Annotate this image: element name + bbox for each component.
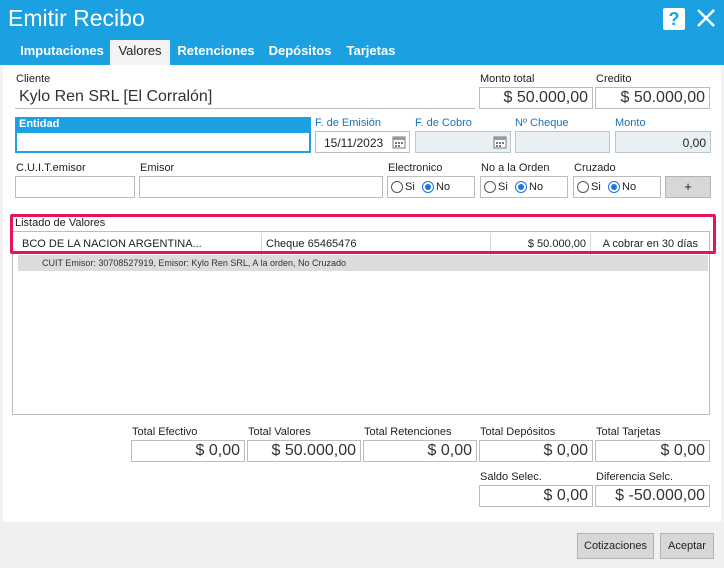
total-efectivo-field: $ 0,00	[131, 440, 245, 462]
tab-tarjetas[interactable]: Tarjetas	[342, 40, 400, 65]
aceptar-button[interactable]: Aceptar	[660, 533, 714, 559]
cruzado-no-label: No	[622, 181, 637, 193]
f-cobro-input[interactable]	[415, 131, 511, 153]
no-orden-label: No a la Orden	[481, 162, 550, 174]
total-valores-value: $ 50.000,00	[271, 442, 356, 459]
total-valores-field: $ 50.000,00	[247, 440, 361, 462]
monto-total-value: $ 50.000,00	[503, 89, 588, 106]
cruzado-si-label: Si	[591, 181, 601, 193]
help-icon[interactable]: ?	[663, 8, 685, 30]
no-orden-si-radio[interactable]	[484, 181, 496, 193]
f-emision-value: 15/11/2023	[324, 136, 384, 150]
entidad-label: Entidad	[19, 118, 60, 130]
f-emision-input[interactable]: 15/11/2023	[315, 131, 410, 153]
total-efectivo-value: $ 0,00	[195, 442, 240, 459]
total-valores-label: Total Valores	[248, 426, 311, 438]
tab-valores[interactable]: Valores	[110, 40, 170, 65]
electronico-si-radio[interactable]	[391, 181, 403, 193]
emisor-input[interactable]	[139, 176, 383, 198]
saldo-selec-value: $ 0,00	[543, 487, 588, 504]
entidad-label-bg: Entidad	[15, 117, 311, 131]
total-tarjetas-field: $ 0,00	[595, 440, 710, 462]
close-icon[interactable]	[694, 6, 718, 30]
row-detail: CUIT Emisor: 30708527919, Emisor: Kylo R…	[18, 255, 708, 271]
cuit-input[interactable]	[15, 176, 135, 198]
cotizaciones-button[interactable]: Cotizaciones	[577, 533, 654, 559]
total-tarjetas-value: $ 0,00	[660, 442, 705, 459]
monto-total-label: Monto total	[480, 73, 535, 85]
electronico-no-radio[interactable]	[422, 181, 434, 193]
total-retenciones-label: Total Retenciones	[364, 426, 452, 438]
calendar-icon[interactable]	[392, 135, 406, 149]
total-depositos-field: $ 0,00	[479, 440, 593, 462]
electronico-label: Electronico	[388, 162, 443, 174]
credito-label: Credito	[596, 73, 632, 85]
saldo-selec-label: Saldo Selec.	[480, 471, 542, 483]
monto-total-field: $ 50.000,00	[479, 87, 593, 109]
total-efectivo-label: Total Efectivo	[132, 426, 198, 438]
row-highlight-box	[10, 214, 716, 254]
emisor-label: Emisor	[140, 162, 175, 174]
tab-retenciones[interactable]: Retenciones	[174, 40, 258, 65]
cruzado-si-radio[interactable]	[577, 181, 589, 193]
monto-value: 0,00	[682, 136, 706, 150]
entidad-input[interactable]	[15, 131, 311, 153]
diferencia-selc-field: $ -50.000,00	[595, 485, 710, 507]
cliente-field[interactable]: Kylo Ren SRL [El Corralón]	[15, 87, 475, 109]
window-title: Emitir Recibo	[8, 5, 145, 31]
cliente-label: Cliente	[16, 73, 51, 85]
f-emision-label: F. de Emisión	[315, 117, 382, 129]
credito-value: $ 50.000,00	[620, 89, 705, 106]
saldo-selec-field: $ 0,00	[479, 485, 593, 507]
cruzado-label: Cruzado	[574, 162, 616, 174]
diferencia-selc-value: $ -50.000,00	[615, 487, 705, 504]
electronico-radio-group: Si No	[387, 176, 475, 198]
total-tarjetas-label: Total Tarjetas	[596, 426, 661, 438]
total-retenciones-value: $ 0,00	[427, 442, 472, 459]
nro-cheque-input[interactable]	[515, 131, 610, 153]
monto-label: Monto	[615, 117, 646, 129]
tab-imputaciones[interactable]: Imputaciones	[14, 40, 110, 65]
nro-cheque-label: Nº Cheque	[515, 117, 569, 129]
cruzado-radio-group: Si No	[573, 176, 661, 198]
tab-depositos[interactable]: Depósitos	[262, 40, 338, 65]
total-depositos-label: Total Depósitos	[480, 426, 556, 438]
electronico-no-label: No	[436, 181, 451, 193]
no-orden-no-label: No	[529, 181, 544, 193]
title-bar: Emitir Recibo ? Imputaciones Valores Ret…	[0, 0, 724, 65]
no-orden-no-radio[interactable]	[515, 181, 527, 193]
calendar-icon[interactable]	[493, 135, 507, 149]
no-orden-si-label: Si	[498, 181, 508, 193]
add-valor-button[interactable]: +	[665, 176, 711, 198]
credito-field: $ 50.000,00	[595, 87, 710, 109]
no-orden-radio-group: Si No	[480, 176, 568, 198]
total-retenciones-field: $ 0,00	[363, 440, 477, 462]
f-cobro-label: F. de Cobro	[415, 117, 472, 129]
diferencia-selc-label: Diferencia Selc.	[596, 471, 674, 483]
total-depositos-value: $ 0,00	[543, 442, 588, 459]
cuit-label: C.U.I.T.emisor	[16, 162, 86, 174]
electronico-si-label: Si	[405, 181, 415, 193]
cruzado-no-radio[interactable]	[608, 181, 620, 193]
monto-input[interactable]: 0,00	[615, 131, 711, 153]
cliente-value: Kylo Ren SRL [El Corralón]	[19, 88, 213, 105]
